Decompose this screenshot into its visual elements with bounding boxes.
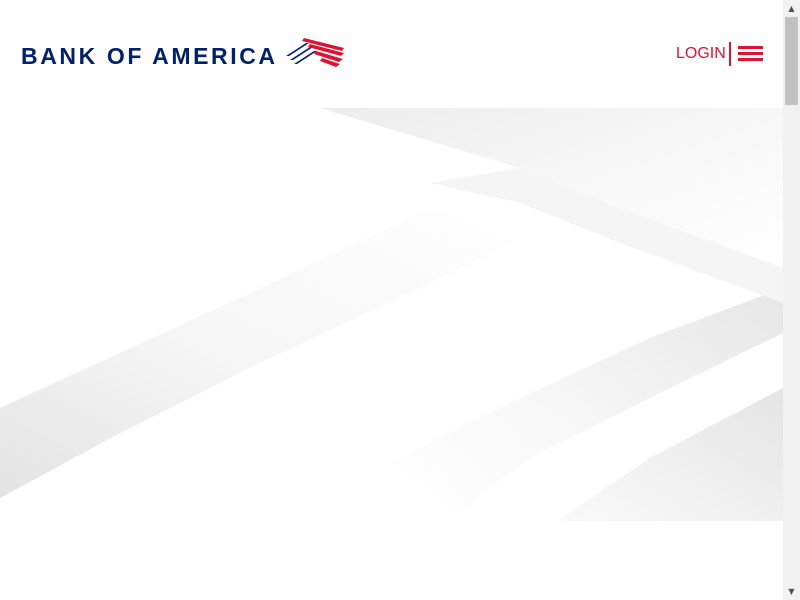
flagscape-logo-icon bbox=[285, 38, 344, 67]
page: BANK OF AMERICA LOGIN bbox=[0, 0, 783, 600]
hero-background bbox=[0, 108, 783, 528]
logo-wordmark: BANK OF AMERICA bbox=[21, 43, 278, 69]
header-divider bbox=[729, 42, 731, 66]
vertical-scrollbar[interactable]: ▲ ▼ bbox=[783, 0, 800, 600]
scroll-down-arrow-icon[interactable]: ▼ bbox=[783, 583, 800, 600]
scroll-thumb[interactable] bbox=[785, 17, 798, 105]
bank-of-america-logo[interactable]: BANK OF AMERICA bbox=[21, 32, 346, 72]
login-link[interactable]: LOGIN bbox=[676, 44, 726, 64]
hamburger-menu-icon[interactable] bbox=[738, 45, 764, 63]
menu-bar bbox=[738, 46, 763, 49]
site-header: BANK OF AMERICA LOGIN bbox=[0, 0, 783, 108]
scroll-up-arrow-icon[interactable]: ▲ bbox=[783, 0, 800, 17]
flagscape-hero-graphic bbox=[0, 108, 783, 528]
menu-bar bbox=[738, 58, 763, 61]
menu-bar bbox=[738, 52, 763, 55]
